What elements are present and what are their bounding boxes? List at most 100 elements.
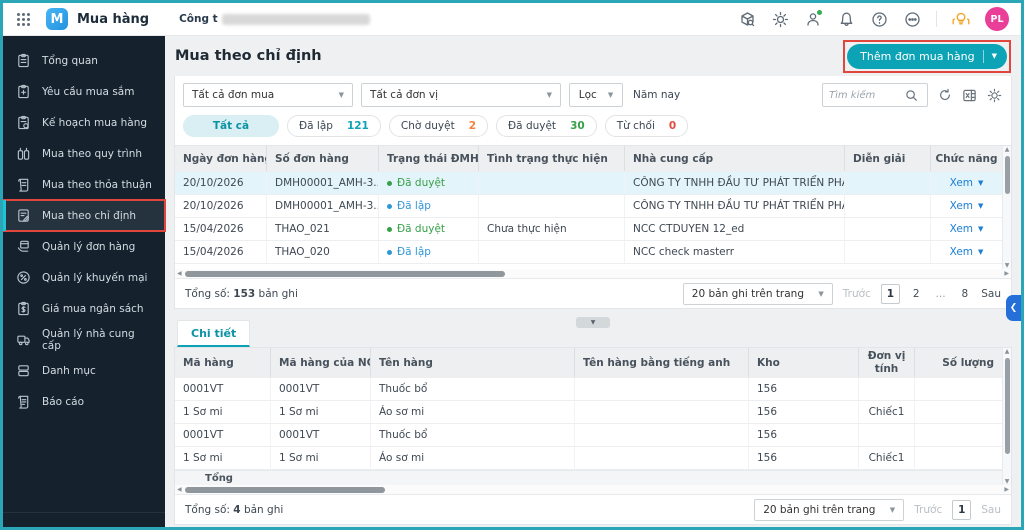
sidebar-label: Quản lý khuyến mại [42, 271, 148, 284]
help-icon[interactable] [870, 10, 888, 28]
purchase-plan-icon [18, 115, 29, 130]
orders-vertical-scrollbar[interactable]: ▲ ▼ [1002, 146, 1011, 269]
status-dot [387, 226, 392, 232]
order-row[interactable]: 20/10/2026 DMH00001_AMH-3... Đã duyệt CÔ… [175, 172, 1011, 195]
refresh-icon[interactable] [936, 87, 953, 104]
sidebar-item-tong-quan[interactable]: Tổng quan [3, 45, 165, 76]
chevron-down-icon: ▼ [607, 91, 614, 99]
unit-select[interactable]: Tất cả đơn vị ▼ [361, 83, 561, 107]
view-action-link[interactable]: Xem ▼ [950, 246, 984, 258]
page-2-button[interactable]: 2 [910, 288, 923, 300]
status-tab-label: Từ chối [616, 120, 655, 132]
sidebar-item-mua-theo-quy-trinh[interactable]: Mua theo quy trình [3, 138, 165, 169]
status-dot [387, 203, 392, 209]
status-tab-all[interactable]: Tất cả [183, 115, 279, 137]
scroll-down-arrow[interactable]: ▼ [1003, 262, 1011, 269]
sidebar-item-danh-muc[interactable]: Danh mục [3, 355, 165, 386]
sidebar-item-mua-theo-chi-dinh[interactable]: Mua theo chỉ định [3, 199, 166, 232]
detail-vertical-scrollbar[interactable]: ▲ ▼ [1002, 348, 1011, 485]
col-ngay-don-hang: Ngày đơn hàng [175, 146, 267, 171]
detail-row[interactable]: 0001VT 0001VT Thuốc bổ 156 [175, 378, 1011, 401]
collapse-right-panel-button[interactable]: ❮ [1006, 295, 1021, 321]
filter-button[interactable]: Lọc ▼ [569, 83, 623, 107]
scroll-thumb[interactable] [185, 271, 505, 277]
page-size-select[interactable]: 20 bản ghi trên trang ▼ [682, 282, 833, 305]
scroll-right-arrow[interactable]: ▶ [1004, 486, 1009, 493]
page-1-button[interactable]: 1 [880, 283, 900, 304]
app-title: Mua hàng [77, 11, 150, 27]
orders-horizontal-scrollbar[interactable]: ◀ ▶ [175, 269, 1011, 279]
product-search-icon[interactable] [738, 10, 756, 28]
detail-row[interactable]: 1 Sơ mi 1 Sơ mi Áo sơ mi 156 Chiếc1 [175, 401, 1011, 424]
scroll-up-arrow[interactable]: ▲ [1003, 348, 1011, 355]
scroll-left-arrow[interactable]: ◀ [177, 486, 182, 493]
order-row[interactable]: 15/04/2026 THAO_020 Đã lập NCC check mas… [175, 241, 1011, 264]
next-page-button[interactable]: Sau [981, 288, 1001, 300]
view-action-link[interactable]: Xem ▼ [950, 177, 984, 189]
panel-splitter: ▼ Chi tiết [165, 309, 1021, 347]
order-row[interactable]: 20/10/2026 DMH00001_AMH-3... Đã lập CÔNG… [175, 195, 1011, 218]
app-launcher-icon[interactable] [17, 12, 30, 26]
status-tab-cho-duyet[interactable]: Chờ duyệt 2 [388, 115, 489, 137]
sidebar-label: Báo cáo [42, 395, 85, 408]
detail-row[interactable]: 0001VT 0001VT Thuốc bổ 156 [175, 424, 1011, 447]
notifications-icon[interactable] [837, 10, 855, 28]
sidebar-item-gia-mua-ngan-sach[interactable]: Giá mua ngân sách [3, 293, 165, 324]
scroll-down-arrow[interactable]: ▼ [1003, 478, 1011, 485]
chevron-down-icon: ▼ [978, 179, 984, 187]
sidebar-item-quan-ly-khuyen-mai[interactable]: Quản lý khuyến mại [3, 262, 165, 293]
view-action-link[interactable]: Xem ▼ [950, 223, 984, 235]
page-ellipsis: ... [935, 287, 946, 300]
scroll-right-arrow[interactable]: ▶ [1004, 270, 1009, 277]
collapse-detail-button[interactable]: ▼ [576, 317, 610, 328]
sidebar-label: Quản lý nhà cung cấp [42, 327, 135, 352]
purchase-type-select[interactable]: Tất cả đơn mua ▼ [183, 83, 353, 107]
sidebar-label: Danh mục [42, 364, 96, 377]
prev-page-button[interactable]: Trước [843, 288, 871, 300]
status-tab-tu-choi[interactable]: Từ chối 0 [604, 115, 689, 137]
scroll-up-arrow[interactable]: ▲ [1003, 146, 1011, 153]
status-tab-da-lap[interactable]: Đã lập 121 [287, 115, 381, 137]
next-page-button[interactable]: Sau [981, 504, 1001, 516]
status-tab-label: Đã duyệt [508, 120, 557, 132]
sidebar-item-mua-theo-thoa-thuan[interactable]: Mua theo thỏa thuận [3, 169, 165, 200]
user-add-icon[interactable] [804, 10, 822, 28]
table-settings-icon[interactable] [986, 87, 1003, 104]
order-row[interactable]: 15/04/2026 THAO_021 Đã duyệt Chưa thực h… [175, 218, 1011, 241]
summary-label: Tổng [205, 472, 233, 484]
export-excel-icon[interactable] [961, 87, 978, 104]
detail-table-header: Mã hàng Mã hàng của NCC Tên hàng Tên hàn… [175, 348, 1011, 378]
page-1-button[interactable]: 1 [952, 499, 972, 520]
scroll-thumb[interactable] [185, 487, 385, 493]
view-action-link[interactable]: Xem ▼ [950, 200, 984, 212]
detail-row[interactable]: 1 Sơ mi 1 Sơ mi Áo sơ mi 156 Chiếc1 [175, 447, 1011, 470]
sidebar-item-yeu-cau-mua-sam[interactable]: Yêu cầu mua sắm [3, 76, 165, 107]
user-avatar[interactable]: PL [985, 7, 1009, 31]
search-input[interactable] [829, 89, 901, 101]
total-unit: bản ghi [243, 503, 284, 516]
page-8-button[interactable]: 8 [959, 288, 972, 300]
scroll-thumb[interactable] [1005, 156, 1010, 194]
more-icon[interactable] [903, 10, 921, 28]
settings-icon[interactable] [771, 10, 789, 28]
prev-page-button[interactable]: Trước [914, 504, 942, 516]
page-title: Mua theo chỉ định [175, 48, 322, 64]
tab-chi-tiet[interactable]: Chi tiết [177, 320, 251, 347]
status-tab-count: 2 [468, 120, 477, 132]
detail-horizontal-scrollbar[interactable]: ◀ ▶ [175, 485, 1011, 495]
scroll-left-arrow[interactable]: ◀ [177, 270, 182, 277]
status-tab-da-duyet[interactable]: Đã duyệt 30 [496, 115, 597, 137]
page-size-select[interactable]: 20 bản ghi trên trang ▼ [754, 498, 905, 521]
status-tab-label: Đã lập [299, 120, 333, 132]
scroll-thumb[interactable] [1005, 358, 1010, 454]
sidebar-item-ke-hoach-mua-hang[interactable]: Kế hoạch mua hàng [3, 107, 165, 138]
user-add-badge [817, 10, 822, 15]
sidebar-item-quan-ly-don-hang[interactable]: Quản lý đơn hàng [3, 231, 165, 262]
add-purchase-order-button[interactable]: Thêm đơn mua hàng ▼ [847, 43, 1007, 69]
sidebar-item-bao-cao[interactable]: Báo cáo [3, 386, 165, 417]
whats-new-icon[interactable] [952, 10, 970, 28]
misa-logo[interactable]: M [46, 8, 68, 30]
sidebar-item-quan-ly-nha-cung-cap[interactable]: Quản lý nhà cung cấp [3, 324, 165, 355]
chevron-down-icon[interactable]: ▼ [992, 52, 1005, 60]
search-icon[interactable] [905, 89, 918, 102]
